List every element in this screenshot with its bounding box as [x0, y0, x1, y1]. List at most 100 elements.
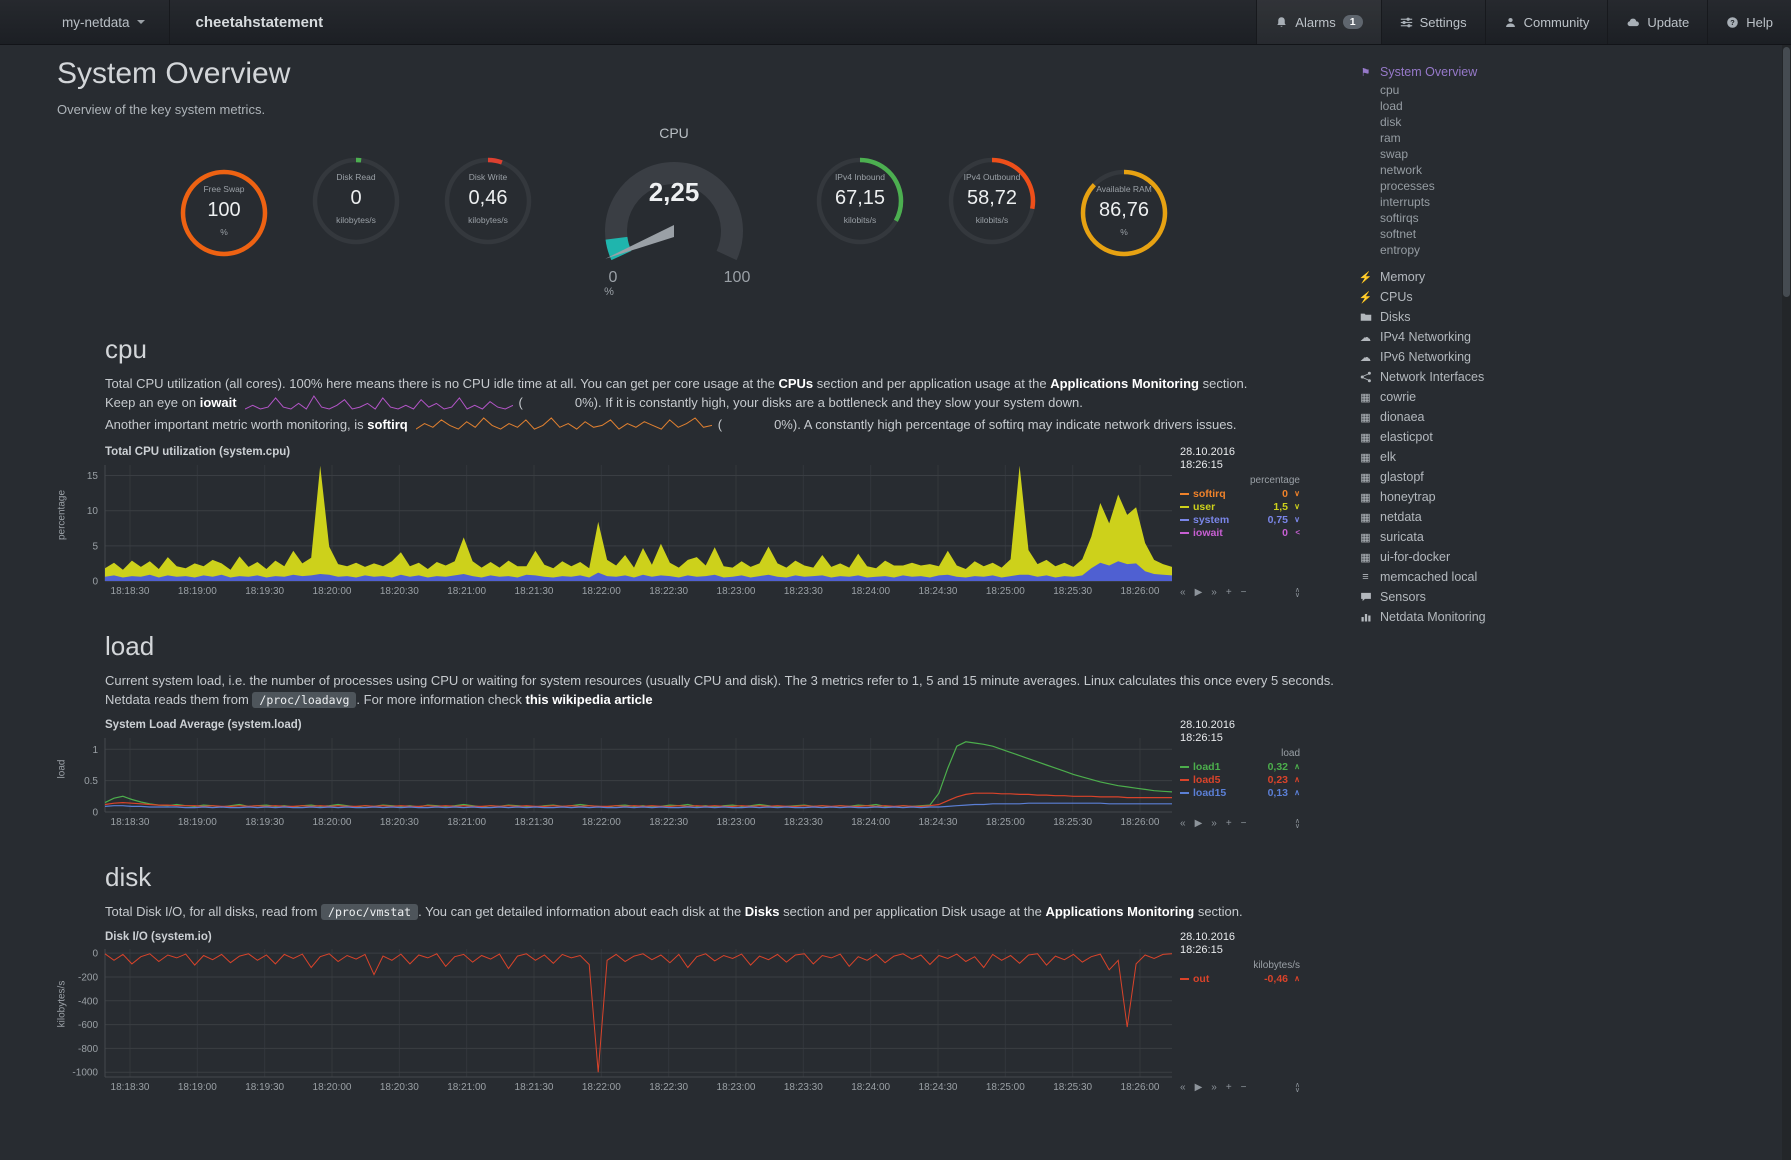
cpus-section-link[interactable]: CPUs [778, 376, 813, 391]
legend-load15[interactable]: load150,13∧ [1180, 787, 1300, 799]
legend-load1[interactable]: load10,32∧ [1180, 761, 1300, 773]
sidebar-item-cowrie[interactable]: ▦cowrie [1358, 387, 1778, 407]
sidebar-item-swap[interactable]: swap [1358, 146, 1778, 162]
my-netdata-menu[interactable]: my-netdata [0, 0, 170, 44]
sidebar-label: elk [1380, 450, 1396, 464]
sidebar-item-disk[interactable]: disk [1358, 114, 1778, 130]
hostname: cheetahstatement [170, 0, 350, 44]
svg-text:18:23:00: 18:23:00 [717, 1082, 756, 1093]
legend-series-name: load15 [1193, 787, 1226, 799]
sidebar-item-ipv4-networking[interactable]: ☁IPv4 Networking [1358, 327, 1778, 347]
sidebar-item-cpu[interactable]: cpu [1358, 82, 1778, 98]
sidebar-item-network-interfaces[interactable]: Network Interfaces [1358, 367, 1778, 387]
sidebar-item-network[interactable]: network [1358, 162, 1778, 178]
pan-forward-button[interactable]: » [1211, 587, 1217, 598]
svg-text:18:21:30: 18:21:30 [515, 817, 554, 828]
pan-backward-button[interactable]: « [1180, 587, 1186, 598]
sidebar-item-softnet[interactable]: softnet [1358, 226, 1778, 242]
sidebar-item-disks[interactable]: Disks [1358, 307, 1778, 327]
sidebar-item-netdata[interactable]: ▦netdata [1358, 507, 1778, 527]
pan-forward-button[interactable]: » [1211, 1082, 1217, 1093]
gauge-title: Available RAM [1078, 184, 1170, 194]
nav-update[interactable]: Update [1607, 0, 1707, 44]
zoom-in-button[interactable]: + [1226, 587, 1232, 598]
sidebar-item-system-overview[interactable]: ⚑System Overview [1358, 62, 1778, 82]
gauge-ipv4-inbound[interactable]: IPv4 Inbound67,15kilobits/s [814, 155, 906, 247]
play-button[interactable]: ▶ [1195, 587, 1203, 598]
sidebar-item-processes[interactable]: processes [1358, 178, 1778, 194]
disk-chart-plot[interactable]: 18:18:3018:19:0018:19:3018:20:0018:20:30… [60, 944, 1172, 1094]
svg-text:18:24:00: 18:24:00 [851, 1082, 890, 1093]
sidebar-item-honeytrap[interactable]: ▦honeytrap [1358, 487, 1778, 507]
applications-monitoring-link[interactable]: Applications Monitoring [1045, 904, 1194, 919]
nav-help[interactable]: ?Help [1707, 0, 1791, 44]
gauge-disk-write[interactable]: Disk Write0,46kilobytes/s [442, 155, 534, 247]
sidebar-item-load[interactable]: load [1358, 98, 1778, 114]
brand-label: my-netdata [62, 15, 130, 30]
gauge-title: IPv4 Outbound [946, 172, 1038, 182]
sidebar-item-elk[interactable]: ▦elk [1358, 447, 1778, 467]
scrollbar-thumb[interactable] [1783, 47, 1790, 297]
legend-softirq[interactable]: softirq0∨ [1180, 488, 1300, 500]
legend-user[interactable]: user1,5∨ [1180, 501, 1300, 513]
legend-load5[interactable]: load50,23∧ [1180, 774, 1300, 786]
load-heading: load [105, 631, 1320, 662]
gauge-min: 0 [609, 269, 618, 286]
sidebar-item-ui-for-docker[interactable]: ▦ui-for-docker [1358, 547, 1778, 567]
nav-community[interactable]: Community [1485, 0, 1608, 44]
section-disk: disk Total Disk I/O, for all disks, read… [105, 862, 1320, 1094]
disks-section-link[interactable]: Disks [745, 904, 780, 919]
pan-backward-button[interactable]: « [1180, 1082, 1186, 1093]
scrollbar[interactable] [1782, 45, 1791, 1160]
sidebar-item-sensors[interactable]: Sensors [1358, 587, 1778, 607]
sidebar-item-ipv6-networking[interactable]: ☁IPv6 Networking [1358, 347, 1778, 367]
load-chart-plot[interactable]: 18:18:3018:19:0018:19:3018:20:0018:20:30… [60, 732, 1172, 830]
zoom-in-button[interactable]: + [1226, 818, 1232, 829]
nav-settings[interactable]: Settings [1381, 0, 1485, 44]
pan-backward-button[interactable]: « [1180, 818, 1186, 829]
sidebar-item-ram[interactable]: ram [1358, 130, 1778, 146]
sidebar-item-softirqs[interactable]: softirqs [1358, 210, 1778, 226]
resize-handle[interactable]: ∧∨ [1295, 1083, 1300, 1093]
legend-iowait[interactable]: iowait0< [1180, 527, 1300, 539]
softirq-sparkline[interactable] [416, 416, 712, 436]
resize-handle[interactable]: ∧∨ [1295, 819, 1300, 829]
text: Keep an eye on [105, 395, 200, 410]
sidebar-item-memory[interactable]: ⚡Memory [1358, 267, 1778, 287]
sidebar-item-entropy[interactable]: entropy [1358, 242, 1778, 258]
sidebar-item-interrupts[interactable]: interrupts [1358, 194, 1778, 210]
play-button[interactable]: ▶ [1195, 818, 1203, 829]
gauge-disk-read[interactable]: Disk Read0kilobytes/s [310, 155, 402, 247]
proc-vmstat-chip: /proc/vmstat [321, 904, 418, 920]
gauge-cpu[interactable]: CPU2,250100% [574, 119, 774, 302]
zoom-out-button[interactable]: − [1241, 818, 1247, 829]
cpu-chart-plot[interactable]: 18:18:3018:19:0018:19:3018:20:0018:20:30… [60, 459, 1172, 599]
gauge-available-ram[interactable]: Available RAM86,76% [1078, 167, 1170, 259]
gauge-unit: kilobits/s [946, 215, 1038, 225]
disk-yaxis-label: kilobytes/s [57, 981, 68, 1028]
sidebar-item-memcached-local[interactable]: ≡memcached local [1358, 567, 1778, 587]
legend-series-value: 0,23 [1268, 774, 1288, 786]
legend-out[interactable]: out-0,46∧ [1180, 973, 1300, 985]
sidebar-item-cpus[interactable]: ⚡CPUs [1358, 287, 1778, 307]
zoom-out-button[interactable]: − [1241, 1082, 1247, 1093]
gauge-unit: % [178, 227, 270, 237]
sidebar-item-glastopf[interactable]: ▦glastopf [1358, 467, 1778, 487]
zoom-out-button[interactable]: − [1241, 587, 1247, 598]
sidebar-item-netdata-monitoring[interactable]: Netdata Monitoring [1358, 607, 1778, 627]
play-button[interactable]: ▶ [1195, 1082, 1203, 1093]
pan-forward-button[interactable]: » [1211, 818, 1217, 829]
legend-system[interactable]: system0,75∨ [1180, 514, 1300, 526]
iowait-sparkline[interactable] [245, 394, 513, 414]
wikipedia-link[interactable]: this wikipedia article [525, 692, 652, 707]
gauge-free-swap[interactable]: Free Swap100% [178, 167, 270, 259]
applications-monitoring-link[interactable]: Applications Monitoring [1050, 376, 1199, 391]
nav-label: Settings [1420, 15, 1467, 30]
resize-handle[interactable]: ∧∨ [1295, 588, 1300, 598]
zoom-in-button[interactable]: + [1226, 1082, 1232, 1093]
sidebar-item-dionaea[interactable]: ▦dionaea [1358, 407, 1778, 427]
sidebar-item-suricata[interactable]: ▦suricata [1358, 527, 1778, 547]
sidebar-item-elasticpot[interactable]: ▦elasticpot [1358, 427, 1778, 447]
gauge-ipv4-outbound[interactable]: IPv4 Outbound58,72kilobits/s [946, 155, 1038, 247]
nav-alarms[interactable]: Alarms1 [1256, 0, 1380, 44]
